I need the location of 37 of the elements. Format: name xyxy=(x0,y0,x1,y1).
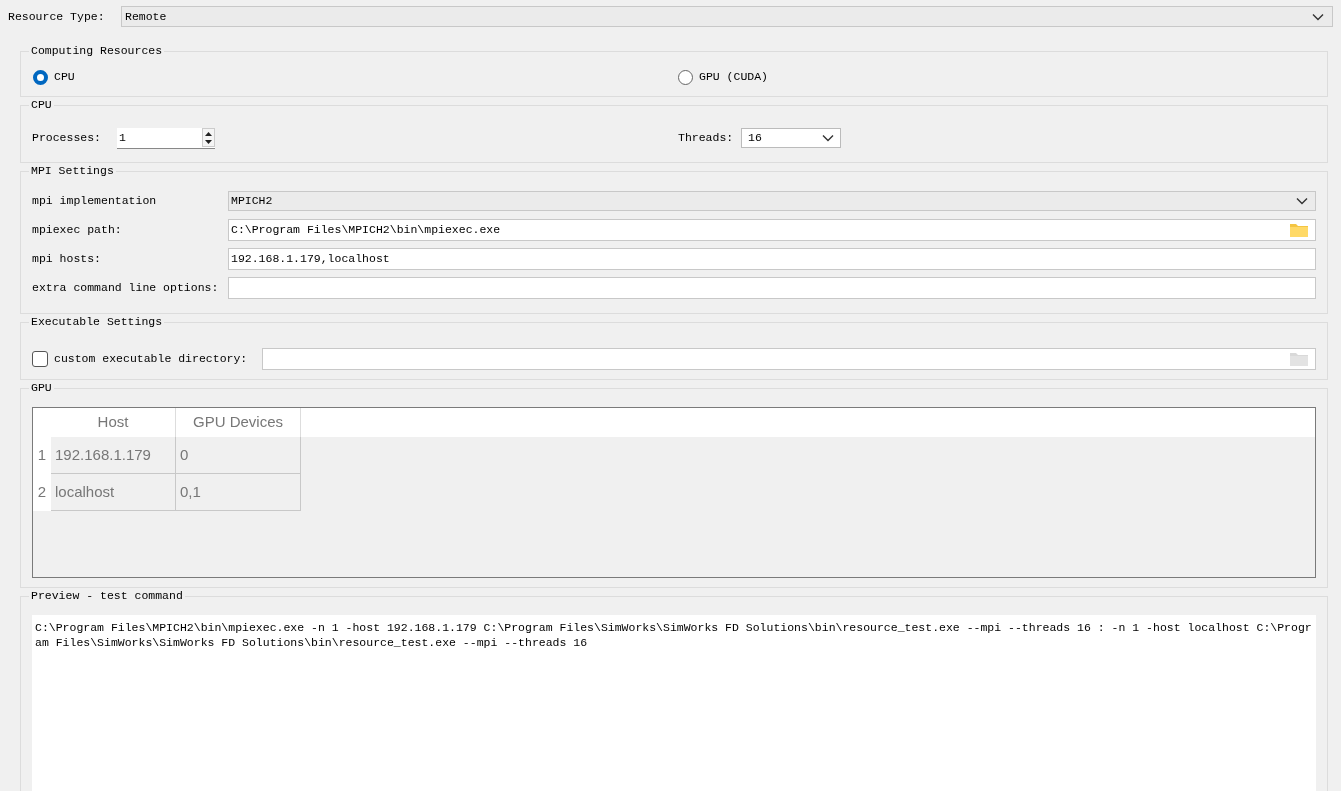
threads-dropdown[interactable]: 16 xyxy=(741,128,841,148)
table-cell: localhost xyxy=(51,474,176,511)
processes-label: Processes: xyxy=(32,130,102,147)
chevron-down-icon xyxy=(1312,12,1324,21)
threads-label: Threads: xyxy=(678,130,735,147)
table-cell: 192.168.1.179 xyxy=(51,437,176,474)
radio-option[interactable]: GPU (CUDA) xyxy=(678,68,768,86)
chevron-down-icon xyxy=(822,134,834,142)
spinner-arrows-icon[interactable] xyxy=(205,130,212,145)
processes-spinner[interactable]: 1 xyxy=(117,127,215,149)
group-title: Computing Resources xyxy=(29,43,165,59)
preview-text-area: C:\Program Files\MPICH2\bin\mpiexec.exe -n 1 -host 192.168.1.179 C:\Program Files\SimWorks\SimWorks FD Solutions\bin\resource_test.exe --mpi --threads 16 : -n 1 -host localhost C:\Program Files\SimWorks\SimWorks FD Solutions\bin\resource_test.exe --mpi --threads 16 xyxy=(32,615,1316,791)
row-number: 1 xyxy=(33,437,51,474)
field-label: mpi implementation xyxy=(32,193,158,210)
field-label: mpi hosts: xyxy=(32,251,102,268)
custom-directory-label: custom executable directory: xyxy=(54,351,249,368)
field-label: extra command line options: xyxy=(32,280,220,297)
group-title: MPI Settings xyxy=(29,163,116,179)
column-header[interactable]: Host xyxy=(51,408,176,437)
field-label: mpiexec path: xyxy=(32,222,123,239)
input-field[interactable]: 192.168.1.179,localhost xyxy=(228,248,1316,270)
chevron-down-icon xyxy=(1296,197,1308,205)
table-cell: 0,1 xyxy=(176,474,301,511)
resource-type-dropdown[interactable]: Remote xyxy=(121,6,1333,27)
directory-field[interactable] xyxy=(262,348,1316,370)
folder-icon[interactable] xyxy=(1290,223,1308,237)
resource-type-label: Resource Type: xyxy=(8,8,106,25)
custom-directory-checkbox[interactable] xyxy=(32,351,48,367)
path-field[interactable]: C:\Program Files\MPICH2\bin\mpiexec.exe xyxy=(228,219,1316,241)
group-title: Executable Settings xyxy=(29,314,165,330)
radio-option[interactable]: CPU xyxy=(33,68,678,86)
mpi-implementation-dropdown[interactable]: MPICH2 xyxy=(228,191,1316,211)
input-field[interactable] xyxy=(228,277,1316,299)
folder-icon[interactable] xyxy=(1290,352,1308,366)
row-number: 2 xyxy=(33,474,51,511)
table-cell: 0 xyxy=(176,437,301,474)
column-header[interactable]: GPU Devices xyxy=(176,408,301,437)
